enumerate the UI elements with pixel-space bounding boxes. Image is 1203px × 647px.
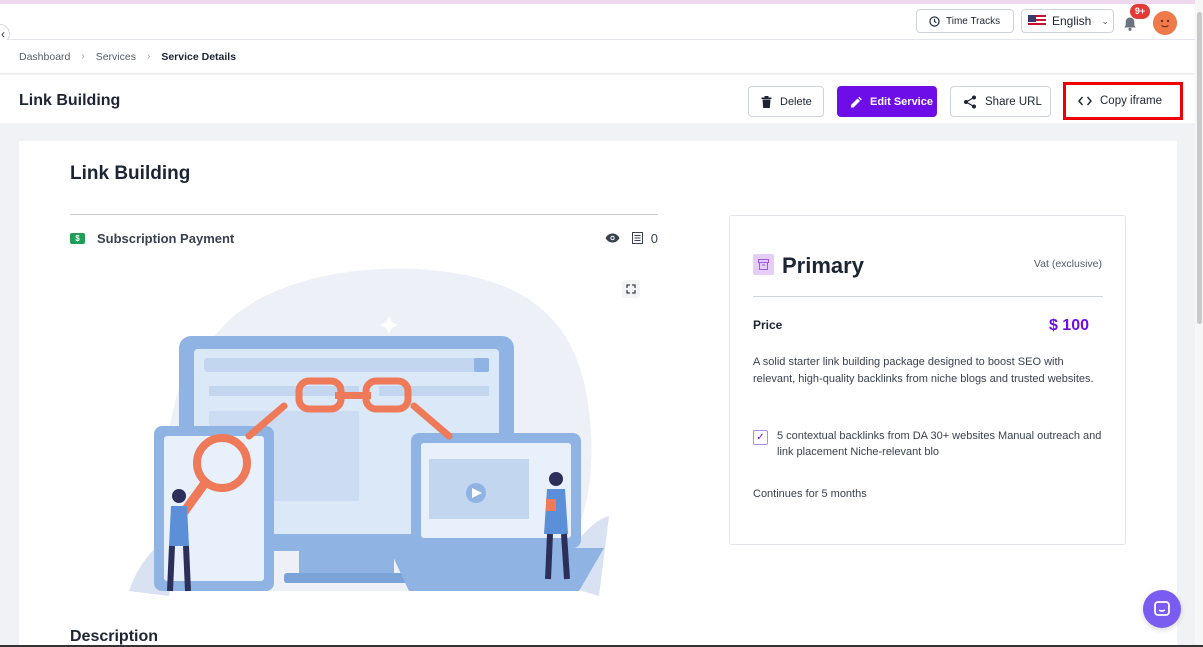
eye-icon[interactable] xyxy=(605,233,620,243)
duration-text: Continues for 5 months xyxy=(753,488,867,500)
feature-text: 5 contextual backlinks from DA 30+ websi… xyxy=(777,430,1102,458)
check-icon: ✓ xyxy=(753,430,768,445)
plan-description: A solid starter link building package de… xyxy=(753,356,1094,385)
language-label: English xyxy=(1052,14,1092,28)
breadcrumb-dashboard[interactable]: Dashboard xyxy=(19,51,70,63)
share-url-button[interactable]: Share URL xyxy=(950,86,1051,117)
edit-service-button[interactable]: Edit Service xyxy=(837,86,937,117)
clock-icon xyxy=(929,15,940,27)
price-value: $ 100 xyxy=(1048,317,1089,334)
breadcrumb-services[interactable]: Services xyxy=(96,51,136,63)
copy-iframe-label: Copy iframe xyxy=(1100,95,1162,107)
pencil-icon xyxy=(851,96,862,107)
divider xyxy=(70,214,658,215)
expand-icon[interactable] xyxy=(622,280,640,298)
delete-label: Delete xyxy=(780,95,812,108)
scrollbar-thumb[interactable] xyxy=(1197,12,1202,324)
list-icon xyxy=(631,232,643,244)
breadcrumb-current: Service Details xyxy=(161,50,237,63)
plan-name: Primary xyxy=(782,253,864,278)
view-count: 0 xyxy=(650,230,658,246)
top-bar: Time Tracks English ⌄ 9+ xyxy=(0,4,1195,40)
page-title: Link Building xyxy=(19,92,121,109)
code-icon xyxy=(1078,96,1092,106)
link-building-illustration xyxy=(129,268,609,596)
plan-icon xyxy=(753,254,774,275)
dollar-icon: $ xyxy=(70,232,85,244)
breadcrumb: Dashboard › Services › Service Details xyxy=(0,40,1195,74)
price-label: Price xyxy=(753,318,783,332)
notification-badge: 9+ xyxy=(1130,4,1150,19)
share-url-label: Share URL xyxy=(985,95,1042,108)
copy-iframe-button[interactable]: Copy iframe xyxy=(1063,82,1183,120)
delete-button[interactable]: Delete xyxy=(748,86,824,117)
description-heading: Description xyxy=(70,628,159,645)
chat-icon xyxy=(1154,601,1170,616)
us-flag-icon xyxy=(1028,15,1046,27)
edit-service-label: Edit Service xyxy=(870,95,933,108)
service-title: Link Building xyxy=(70,163,191,184)
time-tracks-label: Time Tracks xyxy=(946,15,1001,27)
share-icon xyxy=(964,95,976,108)
avatar[interactable] xyxy=(1153,11,1177,35)
chevron-right-icon: › xyxy=(146,51,151,62)
trash-icon xyxy=(761,95,772,108)
chat-button[interactable] xyxy=(1143,590,1181,628)
payment-type-label: Subscription Payment xyxy=(97,230,235,246)
time-tracks-button[interactable]: Time Tracks xyxy=(916,9,1014,33)
vat-label: Vat (exclusive) xyxy=(1033,258,1102,270)
chevron-right-icon: › xyxy=(81,51,85,62)
chevron-down-icon: ⌄ xyxy=(1101,15,1109,26)
pricing-card: Primary Vat (exclusive) Price $ 100 A so… xyxy=(729,215,1126,545)
feature-item: ✓ 5 contextual backlinks from DA 30+ web… xyxy=(753,428,1103,460)
service-card: Link Building $ Subscription Payment 0 D… xyxy=(19,141,1177,647)
page-header: Link Building Delete Edit Service Share … xyxy=(0,75,1195,123)
language-select[interactable]: English ⌄ xyxy=(1021,9,1114,33)
payment-row: $ Subscription Payment 0 xyxy=(70,230,658,246)
divider xyxy=(753,296,1103,297)
